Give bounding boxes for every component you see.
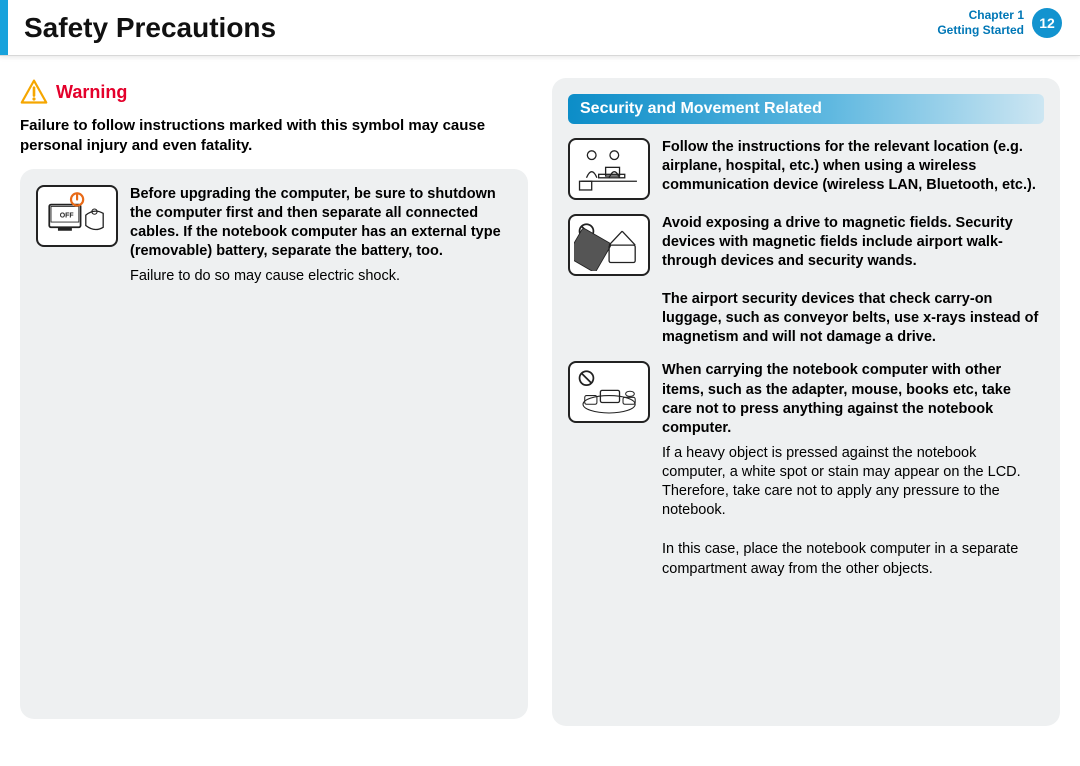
- chapter-label: Chapter 1: [937, 8, 1024, 23]
- safety-item: Follow the instructions for the relevant…: [568, 138, 1044, 200]
- page-number-badge: 12: [1032, 8, 1062, 38]
- item-bold: Follow the instructions for the relevant…: [662, 138, 1044, 195]
- safety-item-text: The airport security devices that check …: [662, 290, 1044, 347]
- section-title-bar: Security and Movement Related: [568, 94, 1044, 124]
- left-panel: OFF Before upgrading the computer, be su…: [20, 169, 528, 719]
- item-plain: In this case, place the notebook compute…: [662, 540, 1044, 578]
- header-accent: [0, 0, 8, 55]
- item-bold: Before upgrading the computer, be sure t…: [130, 185, 512, 262]
- safety-item-text: Follow the instructions for the relevant…: [662, 138, 1044, 200]
- warning-label: Warning: [56, 82, 127, 103]
- carrying-items-icon: [568, 361, 650, 423]
- safety-item-text: Before upgrading the computer, be sure t…: [130, 185, 512, 287]
- chapter-block: Chapter 1 Getting Started 12: [937, 8, 1062, 38]
- thumb-spacer: [568, 290, 650, 347]
- right-panel: Security and Movement Related: [552, 78, 1060, 726]
- item-bold: Avoid exposing a drive to magnetic field…: [662, 214, 1044, 271]
- poweroff-computer-icon: OFF: [36, 185, 118, 247]
- thumb-spacer: [568, 534, 650, 578]
- safety-item: Avoid exposing a drive to magnetic field…: [568, 214, 1044, 276]
- warning-description: Failure to follow instructions marked wi…: [20, 116, 528, 157]
- item-plain: If a heavy object is pressed against the…: [662, 444, 1044, 521]
- warning-triangle-icon: [20, 78, 48, 106]
- safety-item: The airport security devices that check …: [568, 290, 1044, 347]
- content-area: Warning Failure to follow instructions m…: [0, 56, 1080, 746]
- magnetic-wand-icon: [568, 214, 650, 276]
- safety-item-text: Avoid exposing a drive to magnetic field…: [662, 214, 1044, 276]
- chapter-text: Chapter 1 Getting Started: [937, 8, 1024, 38]
- left-column: Warning Failure to follow instructions m…: [20, 78, 528, 726]
- section-title: Security and Movement Related: [580, 100, 822, 118]
- safety-item-text: When carrying the notebook computer with…: [662, 361, 1044, 520]
- item-bold: When carrying the notebook computer with…: [662, 361, 1044, 438]
- right-column: Security and Movement Related: [552, 78, 1060, 726]
- page-title: Safety Precautions: [24, 12, 276, 44]
- svg-text:OFF: OFF: [60, 213, 74, 220]
- item-plain: Failure to do so may cause electric shoc…: [130, 267, 512, 286]
- safety-item: OFF Before upgrading the computer, be su…: [36, 185, 512, 287]
- warning-heading: Warning: [20, 78, 528, 106]
- item-bold: The airport security devices that check …: [662, 290, 1044, 347]
- safety-item-text: In this case, place the notebook compute…: [662, 534, 1044, 578]
- airplane-hospital-icon: [568, 138, 650, 200]
- safety-item: When carrying the notebook computer with…: [568, 361, 1044, 520]
- page-header: Safety Precautions Chapter 1 Getting Sta…: [0, 0, 1080, 56]
- section-label: Getting Started: [937, 23, 1024, 38]
- safety-item: In this case, place the notebook compute…: [568, 534, 1044, 578]
